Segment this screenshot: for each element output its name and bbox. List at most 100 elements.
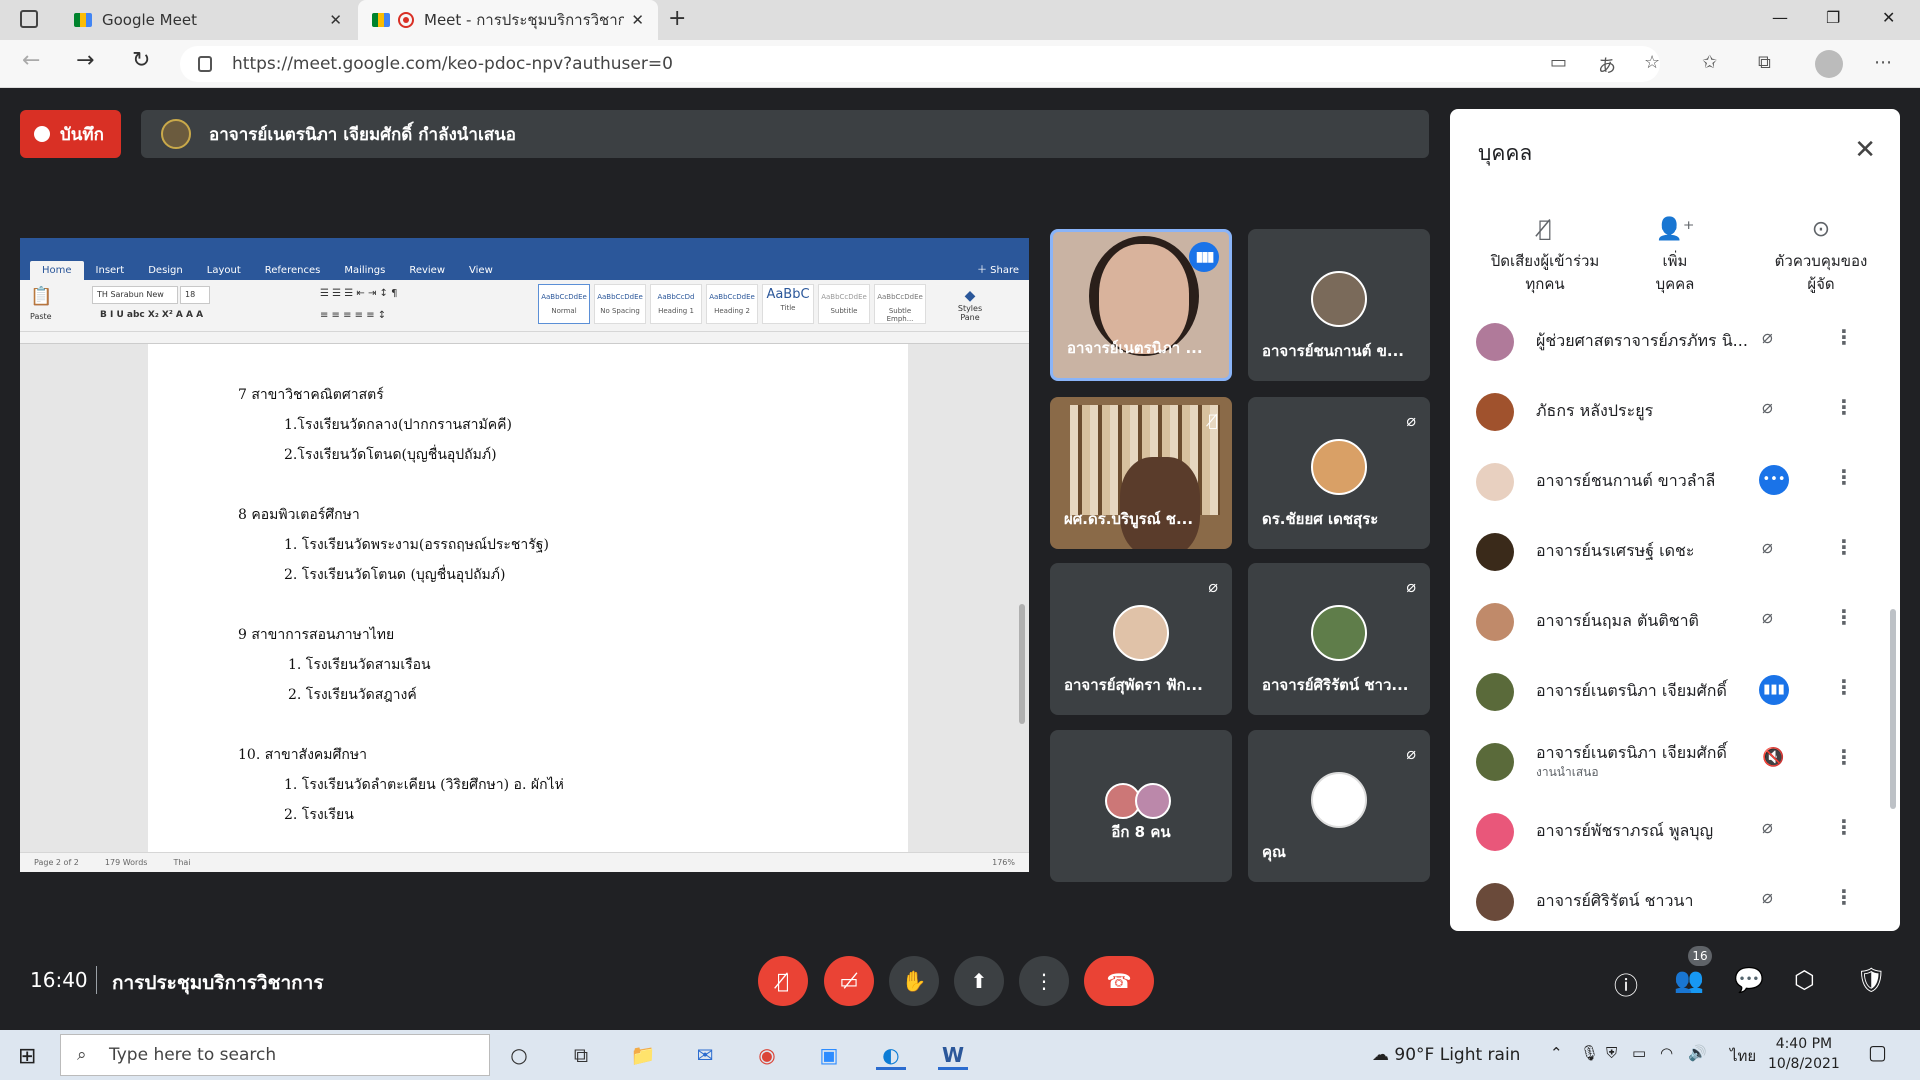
- word-count[interactable]: 179 Words: [105, 858, 148, 867]
- camera-icon[interactable]: ▭: [1550, 52, 1567, 73]
- ribbon-tab-home[interactable]: Home: [30, 261, 84, 280]
- collections-icon[interactable]: ⧉: [1758, 52, 1771, 73]
- blank-line[interactable]: [238, 594, 908, 624]
- add-people-button[interactable]: 👤⁺ เพิ่ม บุคคล: [1600, 213, 1750, 295]
- taskbar-search[interactable]: ⌕ Type here to search: [60, 1034, 490, 1076]
- maximize-icon[interactable]: ❐: [1826, 8, 1840, 27]
- more-vert-icon[interactable]: ⋮: [1834, 465, 1854, 489]
- translate-icon[interactable]: あ: [1598, 52, 1616, 78]
- video-tile[interactable]: ⌀ อาจารย์ศิริรัตน์ ชาว...: [1248, 563, 1430, 715]
- battery-icon[interactable]: ▭: [1632, 1044, 1646, 1062]
- host-controls-button[interactable]: ⊙ ตัวควบคุมของ ผู้จัด: [1746, 213, 1896, 295]
- participant-row[interactable]: อาจารย์นฤมล ตันติชาติ ⌀ ⋮: [1450, 585, 1890, 655]
- raise-hand-button[interactable]: ✋: [889, 956, 939, 1006]
- ribbon-tab-mailings[interactable]: Mailings: [332, 261, 397, 280]
- mic-toggle-button[interactable]: 🎙̸: [758, 956, 808, 1006]
- more-vert-icon[interactable]: ⋮: [1834, 885, 1854, 909]
- style-no-spacing[interactable]: AaBbCcDdEe No Spacing: [594, 284, 646, 324]
- blank-line[interactable]: [238, 714, 908, 744]
- zoom-level[interactable]: 176%: [992, 858, 1015, 867]
- video-tile-self[interactable]: ⌀ คุณ: [1248, 730, 1430, 882]
- notifications-icon[interactable]: ▢: [1868, 1040, 1887, 1064]
- ribbon-tab-layout[interactable]: Layout: [195, 261, 253, 280]
- list-buttons[interactable]: ☰ ☰ ☰ ⇤ ⇥ ↕ ¶: [320, 288, 397, 299]
- align-buttons[interactable]: ≡ ≡ ≡ ≡ ≡ ↕: [320, 310, 386, 321]
- video-tile-others[interactable]: อีก 8 คน: [1050, 730, 1232, 882]
- windows-start-icon[interactable]: ⊞: [18, 1044, 36, 1069]
- more-vert-icon[interactable]: ⋮: [1834, 675, 1854, 699]
- tray-mic-icon[interactable]: 🎙: [1580, 1044, 1599, 1062]
- people-icon[interactable]: 👥: [1674, 966, 1704, 994]
- participant-row[interactable]: ภัธกร หลังประยูร ⌀ ⋮: [1450, 375, 1890, 445]
- mic-off-icon[interactable]: ⌀: [1762, 537, 1773, 558]
- participant-row[interactable]: อาจารย์เนตรนิภา เจียมศักดิ์ งานนำเสนอ 🔇 ⋮: [1450, 725, 1890, 795]
- close-window-icon[interactable]: ✕: [1882, 8, 1895, 27]
- leave-call-button[interactable]: ☎: [1084, 956, 1154, 1006]
- new-tab-icon[interactable]: +: [668, 6, 686, 31]
- ribbon-tab-references[interactable]: References: [253, 261, 333, 280]
- word-icon[interactable]: W: [938, 1040, 968, 1070]
- video-tile[interactable]: 🎙̸ ผศ.ดร.บริบูรณ์ ช...: [1050, 397, 1232, 549]
- tray-chevron-icon[interactable]: ⌃: [1550, 1044, 1563, 1062]
- more-vert-icon[interactable]: ⋮: [1834, 325, 1854, 349]
- edge-icon[interactable]: ◐: [876, 1040, 906, 1070]
- style-heading-1[interactable]: AaBbCcDd Heading 1: [650, 284, 702, 324]
- back-icon[interactable]: ←: [22, 48, 40, 73]
- mic-off-icon[interactable]: ⌀: [1762, 817, 1773, 838]
- video-tile[interactable]: ⌀ อาจารย์สุพัดรา ฟัก...: [1050, 563, 1232, 715]
- activities-icon[interactable]: ⬡: [1794, 966, 1815, 994]
- more-options-button[interactable]: ⋮: [1019, 956, 1069, 1006]
- blank-line[interactable]: [238, 474, 908, 504]
- mute-all-button[interactable]: 🎙̸ ปิดเสียงผู้เข้าร่วม ทุกคน: [1470, 213, 1620, 295]
- tray-defender-icon[interactable]: ⛨: [1606, 1044, 1617, 1062]
- styles-pane-button[interactable]: ◆ Styles Pane: [950, 288, 990, 322]
- document-line[interactable]: 8 คอมพิวเตอร์ศึกษา: [238, 504, 908, 534]
- minimize-icon[interactable]: —: [1772, 8, 1788, 27]
- font-size-field[interactable]: 18: [180, 286, 210, 304]
- more-vert-icon[interactable]: ⋮: [1834, 535, 1854, 559]
- document-line[interactable]: 1. โรงเรียนวัดพระงาม(อรรถฤษณ์ประชารัฐ): [238, 534, 908, 564]
- document-scrollbar[interactable]: [1017, 344, 1029, 852]
- ribbon-tab-view[interactable]: View: [457, 261, 505, 280]
- panel-scrollbar[interactable]: [1890, 609, 1896, 809]
- more-menu-icon[interactable]: ⋯: [1874, 52, 1892, 73]
- participant-row[interactable]: อาจารย์เนตรนิภา เจียมศักดิ์ ▮▮▮ ⋮: [1450, 655, 1890, 725]
- style-title[interactable]: AaBbC Title: [762, 284, 814, 324]
- mic-off-icon[interactable]: ⌀: [1762, 887, 1773, 908]
- mic-off-icon[interactable]: ⌀: [1762, 397, 1773, 418]
- more-vert-icon[interactable]: ⋮: [1834, 815, 1854, 839]
- document-line[interactable]: 2. โรงเรียนวัดสฎางค์: [238, 684, 908, 714]
- tab-actions-icon[interactable]: [20, 10, 38, 28]
- more-vert-icon[interactable]: ⋮: [1834, 605, 1854, 629]
- video-tile[interactable]: ⌀ ดร.ชัยยศ เดชสุระ: [1248, 397, 1430, 549]
- profile-avatar[interactable]: [1815, 50, 1843, 78]
- close-panel-icon[interactable]: ✕: [1854, 135, 1876, 165]
- weather-widget[interactable]: ☁ 90°F Light rain: [1372, 1045, 1520, 1065]
- input-language[interactable]: ไทย: [1730, 1044, 1756, 1068]
- ribbon-tab-review[interactable]: Review: [397, 261, 457, 280]
- scrollbar-thumb[interactable]: [1019, 604, 1025, 724]
- document-line[interactable]: 2.โรงเรียนวัดโตนด(บุญชื่นอุปถัมภ์): [238, 444, 908, 474]
- document-page[interactable]: 7 สาขาวิชาคณิตศาสตร์ 1.โรงเรียนวัดกลาง(ปา…: [148, 344, 908, 852]
- document-line[interactable]: 1. โรงเรียนวัดสามเรือน: [238, 654, 908, 684]
- document-line[interactable]: 2. โรงเรียนวัดโตนด (บุญชื่นอุปถัมภ์): [238, 564, 908, 594]
- participant-row[interactable]: อาจารย์ศิริรัตน์ ชาวนา ⌀ ⋮: [1450, 865, 1890, 925]
- mic-off-icon[interactable]: ⌀: [1762, 607, 1773, 628]
- lock-icon[interactable]: [198, 56, 212, 72]
- language[interactable]: Thai: [173, 858, 190, 867]
- format-buttons[interactable]: B I U abc X₂ X² A A A: [100, 310, 203, 320]
- video-tile[interactable]: อาจารย์ชนกานต์ ข...: [1248, 229, 1430, 381]
- participant-row[interactable]: อาจารย์ชนกานต์ ขาวลำลี ••• ⋮: [1450, 445, 1890, 515]
- ribbon-tab-insert[interactable]: Insert: [84, 261, 137, 280]
- share-button[interactable]: ＋ Share: [977, 261, 1019, 280]
- ribbon-tab-design[interactable]: Design: [136, 261, 195, 280]
- present-button[interactable]: ⬆: [954, 956, 1004, 1006]
- document-line[interactable]: 9 สาขาการสอนภาษาไทย: [238, 624, 908, 654]
- document-line[interactable]: 1.โรงเรียนวัดกลาง(ปากกรานสามัคคี): [238, 414, 908, 444]
- url-field[interactable]: https://meet.google.com/keo-pdoc-npv?aut…: [180, 46, 1660, 82]
- tab-meet-active[interactable]: Meet - การประชุมบริการวิชาการ ✕: [358, 0, 658, 40]
- document-line[interactable]: 1. โรงเรียนวัดลำตะเคียน (วิริยศึกษา) อ. …: [238, 774, 908, 804]
- participant-row[interactable]: อาจารย์นรเศรษฐ์ เดชะ ⌀ ⋮: [1450, 515, 1890, 585]
- mail-icon[interactable]: ✉: [690, 1040, 720, 1070]
- document-line[interactable]: 7 สาขาวิชาคณิตศาสตร์: [238, 384, 908, 414]
